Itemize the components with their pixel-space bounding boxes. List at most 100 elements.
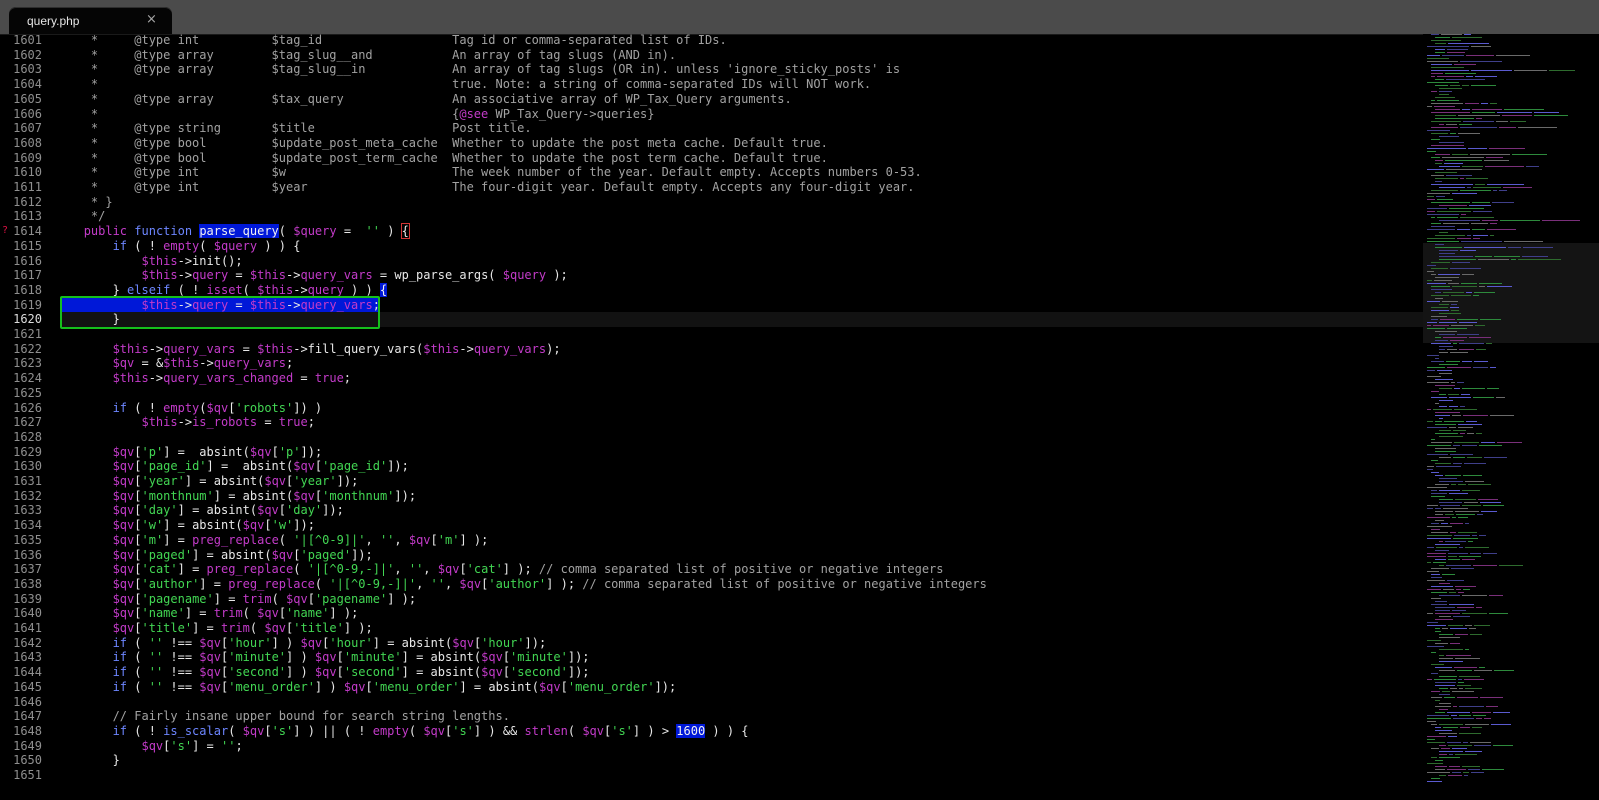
code-line[interactable]: if ( '' !== $qv['minute'] ) $qv['minute'… <box>62 650 590 665</box>
minimap-line <box>1439 658 1453 659</box>
code-line[interactable]: * true. Note: a string of comma-separate… <box>62 77 871 92</box>
code-line[interactable]: if ( ! empty($qv['robots']) ) <box>62 401 323 416</box>
minimap-line <box>1427 208 1447 209</box>
minimap-line <box>1464 34 1471 35</box>
code-line[interactable]: * {@see WP_Tax_Query->queries} <box>62 107 655 122</box>
code-line[interactable]: $qv['page_id'] = absint($qv['page_id']); <box>62 459 409 474</box>
code-line[interactable]: $qv['day'] = absint($qv['day']); <box>62 503 344 518</box>
code-line[interactable]: $qv = &$this->query_vars; <box>62 356 294 371</box>
minimap-line <box>1457 670 1472 671</box>
minimap-line <box>1431 442 1452 443</box>
minimap-line <box>1474 625 1490 626</box>
minimap-line <box>1427 169 1444 170</box>
close-icon[interactable]: × <box>146 12 157 27</box>
minimap-line <box>1431 73 1443 74</box>
code-line[interactable]: if ( '' !== $qv['menu_order'] ) $qv['men… <box>62 680 677 695</box>
minimap-line <box>1435 403 1439 404</box>
minimap-line <box>1436 466 1461 467</box>
code-line[interactable]: if ( ! is_scalar( $qv['s'] ) || ( ! empt… <box>62 723 749 739</box>
code-line[interactable]: * @type array $tag_slug__and An array of… <box>62 48 676 63</box>
minimap-line <box>1451 568 1474 569</box>
code-editor[interactable]: 1601 1602 1603 1604 1605 1606 1607 1608 1609 1610… <box>0 34 1452 800</box>
minimap-line <box>1455 499 1476 500</box>
code-line[interactable]: $this->query_vars_changed = true; <box>62 371 351 386</box>
code-line[interactable]: */ <box>62 209 105 224</box>
minimap-line <box>1451 484 1456 485</box>
minimap-line <box>1439 724 1463 725</box>
code-line[interactable]: * @type int $tag_id Tag id or comma-sepa… <box>62 34 727 48</box>
minimap-line <box>1477 514 1483 515</box>
minimap-line <box>1439 457 1451 458</box>
minimap-line <box>1439 400 1453 401</box>
line-number: 1629 <box>13 444 42 459</box>
code-line[interactable]: $this->init(); <box>62 254 242 269</box>
code-line[interactable]: if ( '' !== $qv['second'] ) $qv['second'… <box>62 665 590 680</box>
minimap[interactable] <box>1423 34 1599 800</box>
code-line[interactable]: $qv['pagename'] = trim( $qv['pagename'] … <box>62 592 417 607</box>
minimap-line <box>1435 766 1447 767</box>
code-line[interactable]: $qv['paged'] = absint($qv['paged']); <box>62 548 373 563</box>
minimap-line <box>1441 523 1448 524</box>
minimap-line <box>1457 697 1478 698</box>
code-line[interactable]: $qv['p'] = absint($qv['p']); <box>62 445 323 460</box>
code-line[interactable]: $this->query_vars = $this->fill_query_va… <box>62 342 561 357</box>
minimap-line <box>1473 238 1480 239</box>
code-line[interactable]: $qv['s'] = ''; <box>62 739 242 754</box>
minimap-line <box>1476 118 1482 119</box>
code-line[interactable]: public function parse_query( $query = ''… <box>62 223 410 240</box>
minimap-line <box>1431 64 1452 65</box>
minimap-line <box>1462 166 1483 167</box>
code-line[interactable]: $this->query = $this->query_vars = wp_pa… <box>62 268 567 283</box>
code-line[interactable]: $qv['name'] = trim( $qv['name'] ); <box>62 606 359 621</box>
code-line[interactable]: $qv['cat'] = preg_replace( '|[^0-9,-]|',… <box>62 562 944 577</box>
code-line[interactable]: * @type int $w The week number of the ye… <box>62 165 922 180</box>
minimap-line <box>1427 322 1437 323</box>
minimap-line <box>1427 211 1435 212</box>
code-line[interactable]: if ( ! empty( $query ) ) { <box>62 239 301 254</box>
code-line[interactable]: // Fairly insane upper bound for search … <box>62 709 510 724</box>
code-line[interactable]: $this->is_robots = true; <box>62 415 314 430</box>
code-line[interactable]: if ( '' !== $qv['hour'] ) $qv['hour'] = … <box>62 636 547 651</box>
code-line[interactable]: * @type string $title Post title. <box>62 121 532 136</box>
minimap-line <box>1489 148 1525 149</box>
minimap-line <box>1450 454 1473 455</box>
minimap-line <box>1474 361 1488 362</box>
minimap-line <box>1457 238 1471 239</box>
line-number: 1636 <box>13 547 42 562</box>
minimap-line <box>1458 115 1500 116</box>
minimap-line <box>1504 241 1543 242</box>
minimap-line <box>1435 475 1443 476</box>
minimap-line <box>1439 499 1453 500</box>
minimap-line <box>1427 781 1442 782</box>
minimap-line <box>1456 589 1461 590</box>
minimap-line <box>1510 121 1526 122</box>
minimap-line <box>1458 133 1480 134</box>
minimap-line <box>1496 121 1508 122</box>
code-line[interactable]: $qv['author'] = preg_replace( '|[^0-9,-]… <box>62 577 987 592</box>
minimap-line <box>1439 322 1457 323</box>
minimap-line <box>1449 766 1460 767</box>
code-line[interactable]: $qv['w'] = absint($qv['w']); <box>62 518 315 533</box>
code-line[interactable]: $qv['title'] = trim( $qv['title'] ); <box>62 621 373 636</box>
code-line[interactable]: * } <box>62 195 113 210</box>
minimap-line <box>1486 706 1498 707</box>
code-line[interactable]: * @type bool $update_post_meta_cache Whe… <box>62 136 828 151</box>
tab-query-php[interactable]: query.php × <box>9 7 172 34</box>
code-line[interactable]: } <box>62 753 120 768</box>
code-line[interactable]: * @type array $tag_slug__in An array of … <box>62 62 900 77</box>
minimap-line <box>1474 670 1492 671</box>
minimap-line <box>1427 409 1431 410</box>
code-line[interactable]: $qv['monthnum'] = absint($qv['monthnum']… <box>62 489 417 504</box>
code-line[interactable]: * @type array $tax_query An associative … <box>62 92 792 107</box>
minimap-line <box>1523 247 1553 248</box>
minimap-line <box>1457 685 1471 686</box>
minimap-line <box>1466 292 1472 293</box>
code-area[interactable]: * @type int $tag_id Tag id or comma-sepa… <box>60 34 1452 800</box>
minimap-line <box>1435 433 1458 434</box>
code-line[interactable]: $qv['year'] = absint($qv['year']); <box>62 474 359 489</box>
code-line[interactable]: * @type int $year The four-digit year. D… <box>62 180 915 195</box>
code-line[interactable]: $qv['m'] = preg_replace( '|[^0-9]|', '',… <box>62 533 489 548</box>
code-line[interactable]: * @type bool $update_post_term_cache Whe… <box>62 151 828 166</box>
minimap-line <box>1431 217 1435 218</box>
minimap-line <box>1439 349 1445 350</box>
